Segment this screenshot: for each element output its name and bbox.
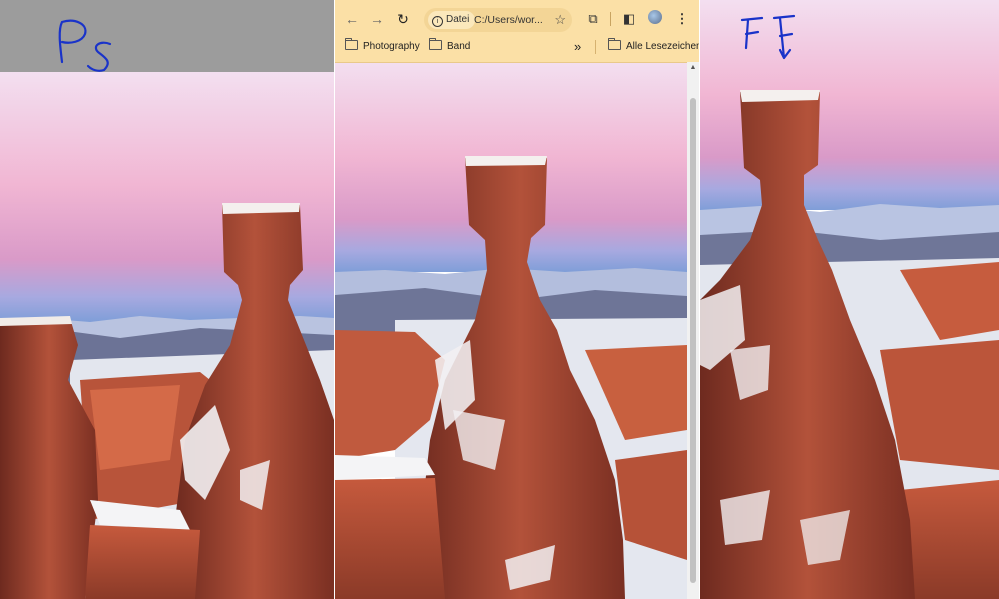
bookmark-label: Band <box>447 41 471 52</box>
bookmark-label: Photography <box>363 41 420 52</box>
menu-button[interactable]: ⋮ <box>673 10 691 28</box>
chrome-window: ← → ↻ i Datei C:/Users/wor... ☆ ⧉ ◧ ⋮ Pho… <box>335 0 699 599</box>
back-button[interactable]: ← <box>342 9 362 29</box>
bookmark-star-button[interactable]: ☆ <box>554 8 566 32</box>
reload-icon: ↻ <box>397 11 409 27</box>
page-scrollbar[interactable]: ▲ <box>687 62 699 599</box>
bookmarks-overflow-button[interactable]: » <box>574 38 581 56</box>
firefox-photo: FF <box>700 0 999 599</box>
scroll-up-icon[interactable]: ▲ <box>687 62 699 74</box>
firefox-panel: FF <box>700 0 999 599</box>
chrome-page-photo <box>335 62 687 599</box>
side-panel-icon: ◧ <box>622 11 636 26</box>
folder-icon <box>429 38 442 50</box>
folder-icon <box>608 38 621 50</box>
star-icon: ☆ <box>554 12 566 27</box>
scroll-thumb[interactable] <box>690 98 696 583</box>
chrome-toolbar: ← → ↻ i Datei C:/Users/wor... ☆ ⧉ ◧ ⋮ Pho… <box>335 0 699 63</box>
url-text: C:/Users/wor... <box>474 14 543 26</box>
info-icon: i <box>432 16 443 27</box>
profile-button[interactable] <box>646 10 664 28</box>
address-bar[interactable]: i Datei C:/Users/wor... ☆ <box>424 8 572 32</box>
arrow-right-icon: → <box>370 11 384 27</box>
puzzle-icon: ⧉ <box>588 11 598 26</box>
photoshop-panel: Ps <box>0 0 334 599</box>
photoshop-photo: Ps <box>0 0 334 599</box>
site-info-label: Datei <box>446 14 470 25</box>
toolbar-divider <box>610 12 611 26</box>
all-bookmarks-button[interactable]: Alle Lesezeichen <box>608 38 699 56</box>
bookmark-band[interactable]: Band <box>429 38 470 56</box>
kebab-menu-icon: ⋮ <box>675 11 689 26</box>
arrow-left-icon: ← <box>345 11 359 27</box>
bookmarks-divider <box>595 40 596 54</box>
extensions-button[interactable]: ⧉ <box>584 10 602 28</box>
all-bookmarks-label: Alle Lesezeichen <box>626 41 699 52</box>
forward-button[interactable]: → <box>367 9 387 29</box>
folder-icon <box>345 38 358 50</box>
side-panel-button[interactable]: ◧ <box>620 10 638 28</box>
reload-button[interactable]: ↻ <box>393 9 413 29</box>
bookmark-photography[interactable]: Photography <box>345 38 420 56</box>
site-info-chip[interactable]: i Datei <box>428 11 476 29</box>
avatar <box>648 10 662 24</box>
